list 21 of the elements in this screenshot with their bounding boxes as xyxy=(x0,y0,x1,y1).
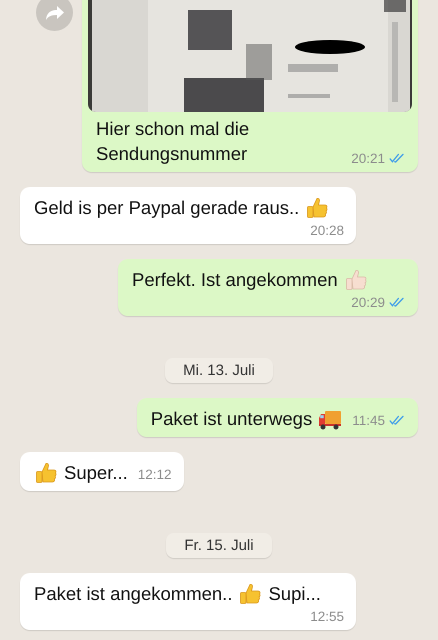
thumbs-up-icon xyxy=(344,268,368,292)
message-time: 20:21 xyxy=(351,151,385,166)
message-time: 12:12 xyxy=(138,466,172,482)
message-text: Perfekt. Ist angekommen xyxy=(132,268,338,292)
message-text: Super... xyxy=(64,461,128,485)
message-text: Geld is per Paypal gerade raus.. xyxy=(34,196,300,220)
message-text: Supi... xyxy=(268,582,321,606)
forward-arrow-icon xyxy=(44,4,64,20)
date-separator: Fr. 15. Juli xyxy=(166,533,272,558)
forward-button[interactable] xyxy=(36,0,73,31)
message-time: 20:28 xyxy=(310,223,344,238)
thumbs-up-icon xyxy=(238,582,262,606)
message-time: 11:45 xyxy=(352,412,385,428)
message-text: Paket ist angekommen.. xyxy=(34,582,232,606)
thumbs-up-icon xyxy=(305,196,330,220)
message-text: Paket ist unterwegs xyxy=(150,407,312,431)
message-text: Hier schon mal die Sendungsnummer xyxy=(96,117,250,166)
message-time: 12:55 xyxy=(310,609,344,624)
message-time: 20:29 xyxy=(351,295,385,310)
thumbs-up-icon xyxy=(34,460,58,484)
date-separator: Mi. 13. Juli xyxy=(165,358,273,383)
